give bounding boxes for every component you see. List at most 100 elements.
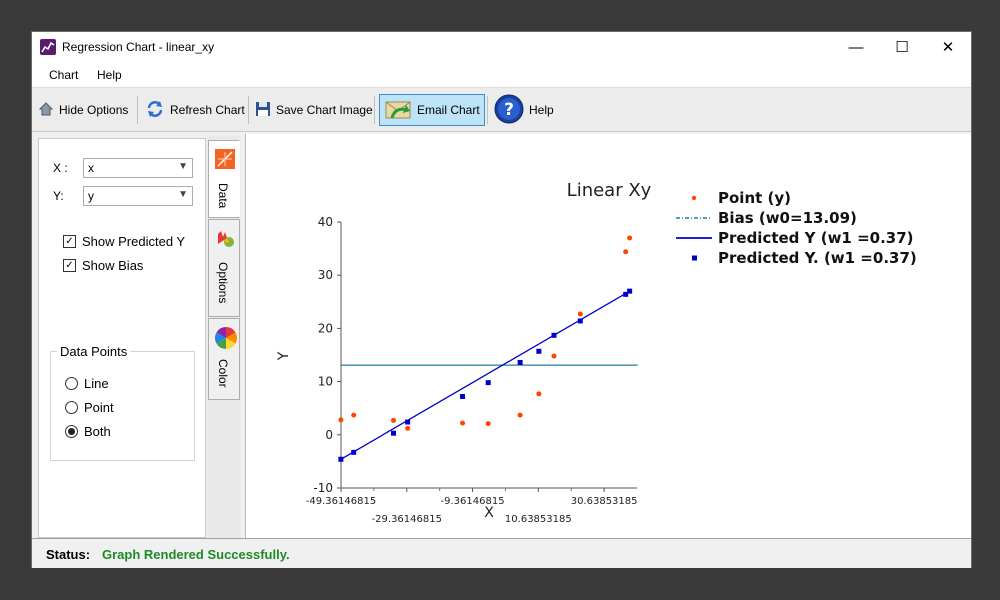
save-chart-image-label: Save Chart Image — [276, 103, 373, 117]
show-predicted-y-checkbox[interactable]: ✓ Show Predicted Y — [63, 234, 185, 249]
chart-icon — [215, 149, 235, 169]
predicted-y-point — [390, 430, 396, 436]
radio-circle[interactable] — [65, 401, 78, 414]
radio-line-label: Line — [84, 376, 109, 391]
predicted-y-point — [338, 456, 344, 462]
checkbox-box[interactable]: ✓ — [63, 259, 76, 272]
title-bar[interactable]: Regression Chart - linear_xy — ☐ ✕ — [32, 32, 971, 62]
predicted-y-point — [551, 332, 557, 338]
x-field-label: X : — [53, 161, 68, 175]
data-point — [405, 425, 411, 431]
app-icon — [40, 39, 56, 55]
refresh-chart-label: Refresh Chart — [170, 103, 245, 117]
x-tick-label: 30.63853185 — [571, 496, 638, 507]
tab-options[interactable]: Options — [208, 219, 240, 317]
data-point — [517, 412, 523, 418]
data-point — [460, 420, 466, 426]
data-point — [390, 417, 396, 423]
y-field-label: Y: — [53, 189, 64, 203]
radio-point[interactable]: Point — [65, 400, 114, 415]
svg-text:?: ? — [504, 100, 514, 120]
data-point — [577, 311, 583, 317]
menu-chart[interactable]: Chart — [49, 68, 78, 82]
chart-area: Linear Xy -10 0 10 20 30 40 -49.36146815 -29.361… — [245, 134, 971, 538]
data-points-group: Data Points Line Point Both — [50, 344, 195, 461]
x-axis-label: X — [484, 505, 494, 521]
legend-marker-square — [692, 255, 697, 261]
minimize-button[interactable]: — — [833, 32, 879, 62]
radio-line[interactable]: Line — [65, 376, 109, 391]
checkbox-box[interactable]: ✓ — [63, 235, 76, 248]
data-point — [338, 417, 344, 423]
hide-options-label: Hide Options — [59, 103, 129, 117]
predicted-y-point — [405, 419, 411, 425]
home-icon — [38, 101, 54, 120]
status-label: Status: — [46, 547, 91, 562]
tab-data[interactable]: Data — [208, 140, 240, 218]
maximize-button[interactable]: ☐ — [879, 32, 925, 62]
predicted-y-point — [627, 288, 633, 294]
radio-both-label: Both — [84, 424, 111, 439]
predicted-y-point — [517, 359, 523, 365]
tab-options-label: Options — [216, 262, 230, 304]
toolbar-separator — [374, 96, 375, 124]
x-column-select[interactable]: x ▼ — [83, 158, 193, 178]
y-axis-label: Y — [276, 351, 292, 361]
help-button[interactable]: ? Help — [490, 94, 558, 126]
email-chart-label: Email Chart — [417, 103, 480, 117]
legend-label: Point (y) — [718, 189, 791, 207]
legend-label: Predicted Y (w1 =0.37) — [718, 229, 914, 247]
data-points-title: Data Points — [57, 344, 131, 359]
y-column-select[interactable]: y ▼ — [83, 186, 193, 206]
x-column-value: x — [88, 161, 94, 175]
close-button[interactable]: ✕ — [925, 32, 971, 62]
refresh-icon — [145, 99, 165, 122]
refresh-chart-button[interactable]: Refresh Chart — [141, 94, 249, 126]
data-point — [485, 421, 491, 427]
legend-label: Bias (w0=13.09) — [718, 209, 857, 227]
toolbar-separator — [248, 96, 249, 124]
predicted-y-point — [536, 348, 542, 354]
save-chart-image-button[interactable]: Save Chart Image — [251, 94, 377, 126]
y-tick-label: 0 — [325, 428, 333, 442]
x-tick-label: 10.63853185 — [505, 514, 572, 525]
data-point — [627, 235, 633, 241]
email-icon — [384, 96, 412, 125]
show-bias-checkbox[interactable]: ✓ Show Bias — [63, 258, 143, 273]
tab-color-label: Color — [216, 359, 230, 388]
radio-both[interactable]: Both — [65, 424, 111, 439]
help-icon: ? — [494, 94, 524, 127]
predicted-y-point — [485, 380, 491, 386]
menu-help[interactable]: Help — [97, 68, 122, 82]
data-point — [551, 353, 557, 359]
hide-options-button[interactable]: Hide Options — [34, 94, 132, 126]
y-tick-label: 20 — [318, 321, 333, 335]
data-point — [351, 412, 357, 418]
radio-circle[interactable] — [65, 377, 78, 390]
radio-circle[interactable] — [65, 425, 78, 438]
help-label: Help — [529, 103, 554, 117]
toolbar-separator — [137, 96, 138, 124]
radio-point-label: Point — [84, 400, 114, 415]
tab-data-label: Data — [216, 183, 230, 209]
side-tab-strip: Data Options Color — [207, 136, 241, 538]
x-tick-label: -49.36146815 — [306, 496, 376, 507]
data-point — [536, 391, 542, 397]
app-window: Regression Chart - linear_xy — ☐ ✕ Chart… — [31, 31, 972, 568]
show-predicted-y-label: Show Predicted Y — [82, 234, 186, 249]
x-tick-label: -9.36146815 — [441, 496, 505, 507]
palette-icon — [215, 228, 235, 248]
predicted-y-point — [351, 449, 357, 455]
color-wheel-icon — [215, 327, 237, 349]
radio-selected-dot — [68, 428, 75, 435]
tab-color[interactable]: Color — [208, 318, 240, 400]
regression-chart: Linear Xy -10 0 10 20 30 40 -49.36146815 -29.361… — [276, 180, 917, 525]
status-text: Graph Rendered Successfully. — [102, 547, 290, 562]
chart-title: Linear Xy — [567, 180, 652, 201]
x-tick-label: -29.36146815 — [372, 514, 442, 525]
legend-marker-point — [691, 195, 697, 201]
chevron-down-icon: ▼ — [178, 189, 188, 200]
data-point — [623, 249, 629, 255]
email-chart-button[interactable]: Email Chart — [379, 94, 485, 126]
toolbar: Hide Options Refresh Chart Save Chart Im… — [32, 88, 971, 132]
